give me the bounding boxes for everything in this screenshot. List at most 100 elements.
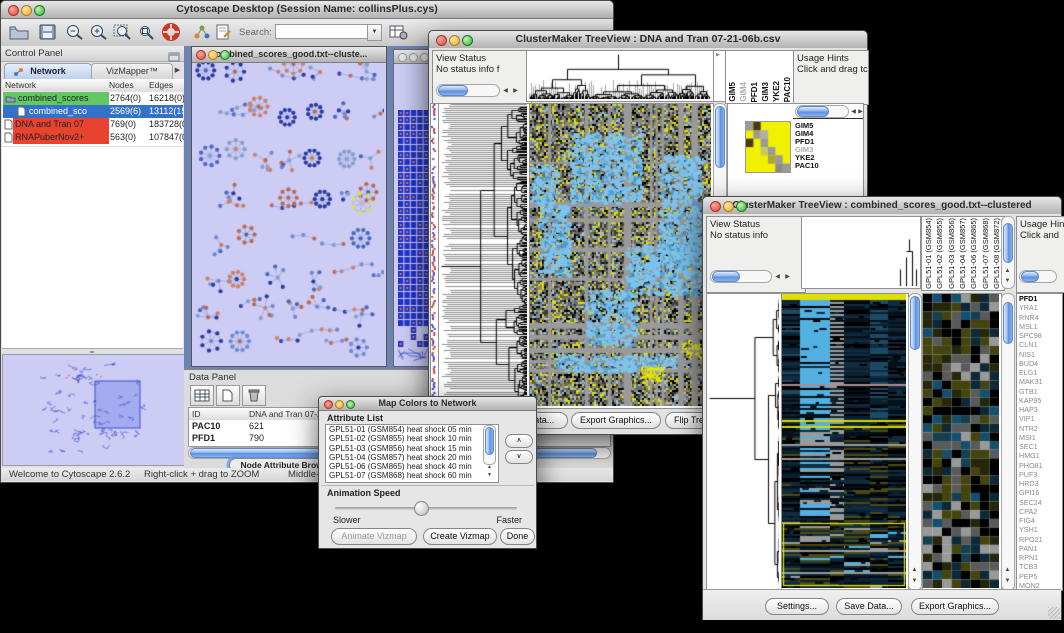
dialog-titlebar[interactable]: Map Colors to Network xyxy=(319,397,536,411)
tv2-heatmap[interactable] xyxy=(781,293,909,591)
view-status-scrollbar[interactable] xyxy=(710,270,772,283)
scroll-right-icon[interactable]: ▶ xyxy=(511,87,520,95)
zoom-fit-icon[interactable] xyxy=(113,23,133,46)
attribute-list-item[interactable]: GPL51-02 (GSM855) heat shock 10 min xyxy=(326,434,498,443)
gene-label[interactable]: SEC24 xyxy=(1019,498,1062,507)
gene-label[interactable]: MAK31 xyxy=(1019,377,1062,386)
gene-label[interactable]: RPO21 xyxy=(1019,535,1062,544)
gene-label[interactable]: MSL1 xyxy=(1019,322,1062,331)
tv1-zoom-heatmap[interactable] xyxy=(745,121,791,173)
delete-attribute-button[interactable] xyxy=(242,385,266,406)
attribute-list-item[interactable]: GPL51-01 (GSM854) heat shock 05 min xyxy=(326,425,498,434)
scroll-up-icon[interactable]: ▲ xyxy=(485,463,494,471)
search-input[interactable] xyxy=(275,24,369,39)
gene-label[interactable]: RNR4 xyxy=(1019,313,1062,322)
export-graphics-button[interactable]: Export Graphics... xyxy=(571,412,661,429)
zoom-window-icon[interactable] xyxy=(220,50,230,60)
network-row-combined-scores[interactable]: combined_scores 2764(0) 16218(0) xyxy=(3,92,183,105)
gene-label[interactable]: PAN1 xyxy=(1019,544,1062,553)
close-icon[interactable] xyxy=(710,201,721,212)
gene-label[interactable]: HRD3 xyxy=(1019,479,1062,488)
resize-grip[interactable] xyxy=(1048,607,1060,619)
main-titlebar[interactable]: Cytoscape Desktop (Session Name: collins… xyxy=(1,1,613,19)
usage-hints-scrollbar[interactable] xyxy=(1019,270,1057,283)
tab-overflow-button[interactable]: ▶ xyxy=(173,65,182,77)
gene-label[interactable]: NIS1 xyxy=(1019,350,1062,359)
tv2-column-dendrogram[interactable] xyxy=(801,216,921,289)
gene-label[interactable]: PEP5 xyxy=(1019,572,1062,581)
tv2-row-dendrogram[interactable] xyxy=(706,293,782,591)
gene-label[interactable]: TCB3 xyxy=(1019,562,1062,571)
minimize-icon[interactable] xyxy=(335,400,344,409)
search-dropdown-button[interactable]: ▼ xyxy=(367,24,382,41)
close-icon[interactable] xyxy=(398,53,407,62)
attribute-list-item[interactable]: GPL51-07 (GSM868) heat shock 60 min xyxy=(326,471,498,480)
view-status-scrollbar[interactable] xyxy=(436,84,500,97)
minimize-icon[interactable] xyxy=(21,5,32,16)
tv2-titlebar[interactable]: ClusterMaker TreeView : combined_scores_… xyxy=(703,197,1061,215)
table-view-button[interactable] xyxy=(190,385,214,406)
export-graphics-button[interactable]: Export Graphics... xyxy=(911,598,999,615)
network-canvas[interactable] xyxy=(192,63,384,365)
scroll-right-icon[interactable]: ▶ xyxy=(856,108,865,116)
animate-vizmap-button[interactable]: Animate Vizmap xyxy=(331,528,417,545)
zoom-window-icon[interactable] xyxy=(462,35,473,46)
help-lifesaver-icon[interactable] xyxy=(161,22,181,47)
tab-vizmapper[interactable]: VizMapper™ xyxy=(91,63,173,80)
gene-label[interactable]: KAP95 xyxy=(1019,396,1062,405)
gene-label[interactable]: GTB1 xyxy=(1019,387,1062,396)
gene-label[interactable]: SPC98 xyxy=(1019,331,1062,340)
tiny-arrow-icon[interactable]: ▶ xyxy=(716,52,720,58)
gene-label[interactable]: PHO81 xyxy=(1019,461,1062,470)
save-data-button[interactable]: Save Data... xyxy=(836,598,902,615)
minimize-icon[interactable] xyxy=(208,50,218,60)
close-icon[interactable] xyxy=(436,35,447,46)
tv1-row-dendrogram[interactable] xyxy=(438,103,530,409)
zoom-selected-icon[interactable] xyxy=(137,23,155,46)
network-list-area[interactable] xyxy=(2,146,183,349)
attribute-browser-icon[interactable] xyxy=(389,24,408,45)
gene-label[interactable]: BUD4 xyxy=(1019,359,1062,368)
col-header-nodes[interactable]: Nodes xyxy=(106,79,149,91)
attribute-list-item[interactable]: GPL51-06 (GSM865) heat shock 40 min xyxy=(326,462,498,471)
close-icon[interactable] xyxy=(324,400,333,409)
network-modules-icon[interactable] xyxy=(193,24,211,45)
open-file-icon[interactable] xyxy=(9,24,29,45)
speed-slider-thumb[interactable] xyxy=(414,501,429,516)
scroll-down-icon[interactable]: ▼ xyxy=(1003,277,1012,285)
gene-label[interactable]: SEC1 xyxy=(1019,442,1062,451)
save-icon[interactable] xyxy=(39,24,57,45)
settings-button[interactable]: Settings... xyxy=(765,598,829,615)
gene-label[interactable]: ELG1 xyxy=(1019,368,1062,377)
tv2-top-vscrollbar[interactable]: ▲ ▼ xyxy=(1001,216,1015,289)
scroll-down-icon[interactable]: ▼ xyxy=(485,471,494,479)
col-header-edges[interactable]: Edges xyxy=(146,79,185,91)
minimize-icon[interactable] xyxy=(449,35,460,46)
tv1-column-dendrogram[interactable] xyxy=(526,50,714,102)
col-header-network[interactable]: Network xyxy=(2,79,109,91)
done-button[interactable]: Done xyxy=(500,528,535,545)
data-col-id[interactable]: ID xyxy=(189,408,249,420)
gene-label[interactable]: RPN1 xyxy=(1019,553,1062,562)
scroll-up-icon[interactable]: ▲ xyxy=(910,566,919,574)
scroll-up-icon[interactable]: ▲ xyxy=(1003,566,1012,574)
gene-label[interactable]: CLN1 xyxy=(1019,340,1062,349)
zoom-window-icon[interactable] xyxy=(34,5,45,16)
attribute-list-item[interactable]: GPL51-03 (GSM856) heat shock 15 min xyxy=(326,444,498,453)
usage-hints-scrollbar[interactable] xyxy=(795,105,849,118)
annotation-icon[interactable] xyxy=(215,24,232,45)
gene-label[interactable]: PFD1 xyxy=(1019,294,1062,303)
minimize-icon[interactable] xyxy=(723,201,734,212)
scroll-left-icon[interactable]: ◀ xyxy=(501,87,510,95)
scroll-left-icon[interactable]: ◀ xyxy=(773,273,782,281)
network-view-window[interactable]: combined_scores_good.txt--cluste... xyxy=(191,46,387,367)
tv2-vscrollbar[interactable]: ▲ ▼ xyxy=(908,293,922,591)
close-icon[interactable] xyxy=(8,5,19,16)
network-row-dna-tran[interactable]: DNA and Tran 07 769(0) 183728(0) xyxy=(3,118,183,131)
network-row-selected[interactable]: combined_sco 2569(6) 13112(15) xyxy=(3,105,183,118)
zoom-out-icon[interactable] xyxy=(65,23,85,46)
create-vizmap-button[interactable]: Create Vizmap xyxy=(423,528,497,545)
close-icon[interactable] xyxy=(196,50,206,60)
scroll-right-icon[interactable]: ▶ xyxy=(783,273,792,281)
network-overview-panel[interactable] xyxy=(2,354,185,466)
